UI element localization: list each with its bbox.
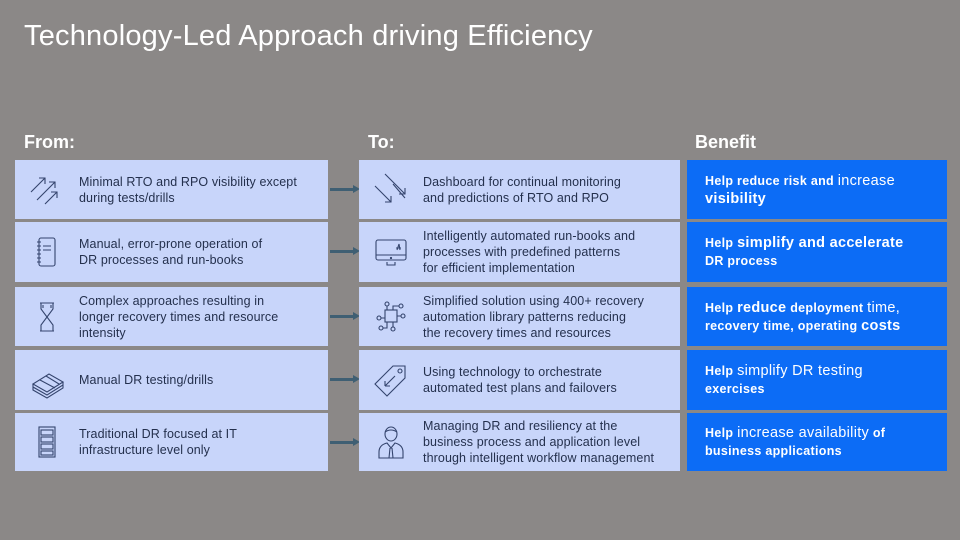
benefit-text-fragment: simplify and accelerate — [737, 235, 904, 251]
comparison-row: Minimal RTO and RPO visibility except du… — [0, 160, 960, 219]
from-cell: Manual, error-prone operation of DR proc… — [15, 222, 328, 282]
benefit-text: Help increase availability of business ap… — [705, 424, 885, 460]
benefit-text-fragment: time, — [867, 299, 901, 316]
benefit-text-fragment: increase — [837, 172, 895, 189]
from-header: From: — [24, 132, 75, 152]
paper-stack-icon — [15, 360, 79, 400]
to-text: Simplified solution using 400+ recovery … — [423, 293, 645, 340]
to-text: Managing DR and resiliency at the busine… — [423, 419, 655, 465]
benefit-cell: Help simplify and accelerate DR process — [687, 222, 947, 282]
from-cell: Manual DR testing/drills — [15, 350, 328, 410]
business-person-icon — [359, 422, 423, 462]
benefit-text-fragment: DR process — [705, 254, 778, 268]
server-rack-icon — [15, 422, 79, 462]
to-cell: Using technology to orchestrate automate… — [359, 350, 680, 410]
benefit-text-fragment: costs — [861, 317, 901, 334]
from-cell: Complex approaches resulting in longer r… — [15, 287, 328, 346]
to-text: Intelligently automated run-books and pr… — [423, 229, 636, 275]
benefit-text-fragment: Help reduce risk and — [705, 173, 838, 188]
benefit-text-fragment: Help — [705, 300, 738, 315]
from-cell: Minimal RTO and RPO visibility except du… — [15, 160, 328, 219]
benefit-cell: Help increase availability of business ap… — [687, 413, 947, 471]
benefit-cell: Help reduce deployment time, recovery tim… — [687, 287, 947, 346]
benefit-header: Benefit — [695, 132, 757, 152]
benefit-text-fragment: exercises — [705, 382, 765, 396]
connector-arrow — [330, 247, 360, 255]
comparison-row: Manual DR testing/drills Using technolog… — [0, 350, 960, 410]
benefit-text-fragment: reduce — [737, 299, 787, 316]
benefit-text: Help simplify and accelerate DR process — [705, 234, 904, 270]
tag-icon — [359, 360, 423, 400]
benefit-text-fragment: of — [869, 426, 886, 440]
from-text: Minimal RTO and RPO visibility except du… — [79, 174, 297, 205]
connector-arrow — [330, 185, 360, 193]
hourglass-icon — [15, 297, 79, 337]
connector-arrow — [330, 438, 360, 446]
benefit-text: Help simplify DR testing exercises — [705, 362, 863, 398]
network-nodes-icon — [359, 297, 423, 337]
benefit-text-fragment: business applications — [705, 444, 842, 458]
to-cell: Simplified solution using 400+ recovery … — [359, 287, 680, 346]
benefit-text-fragment: Help — [705, 364, 738, 378]
benefit-text-fragment: visibility — [705, 190, 767, 207]
to-cell: Intelligently automated run-books and pr… — [359, 222, 680, 282]
comparison-row: Traditional DR focused at IT infrastruct… — [0, 413, 960, 471]
from-cell: Traditional DR focused at IT infrastruct… — [15, 413, 328, 471]
from-text: Complex approaches resulting in longer r… — [79, 293, 279, 340]
connector-arrow — [330, 312, 360, 320]
benefit-text: Help reduce deployment time, recovery tim… — [705, 299, 901, 335]
to-cell: Managing DR and resiliency at the busine… — [359, 413, 680, 471]
benefit-text-fragment: Help — [705, 236, 738, 250]
benefit-text-fragment: Help — [705, 426, 738, 440]
trend-down-arrows-icon — [359, 170, 423, 210]
from-text: Manual DR testing/drills — [79, 373, 214, 387]
benefit-cell: Help simplify DR testing exercises — [687, 350, 947, 410]
comparison-row: Manual, error-prone operation of DR proc… — [0, 222, 960, 282]
comparison-row: Complex approaches resulting in longer r… — [0, 287, 960, 346]
to-text: Using technology to orchestrate automate… — [423, 365, 617, 395]
connector-arrow — [330, 375, 360, 383]
to-cell: Dashboard for continual monitoring and p… — [359, 160, 680, 219]
benefit-text-fragment: increase availability — [737, 425, 870, 441]
benefit-text-fragment: deployment — [786, 300, 868, 315]
benefit-text-fragment: recovery time, operating — [705, 318, 862, 333]
benefit-cell: Help reduce risk and increase visibility — [687, 160, 947, 219]
benefit-text: Help reduce risk and increase visibility — [705, 172, 895, 208]
from-text: Traditional DR focused at IT infrastruct… — [79, 427, 237, 457]
to-text: Dashboard for continual monitoring and p… — [423, 174, 621, 205]
benefit-text-fragment: simplify DR testing — [737, 363, 863, 379]
notebook-icon — [15, 232, 79, 272]
trend-up-arrows-icon — [15, 170, 79, 210]
from-text: Manual, error-prone operation of DR proc… — [79, 237, 263, 267]
page-title: Technology-Led Approach driving Efficien… — [24, 20, 593, 52]
to-header: To: — [368, 132, 395, 152]
monitor-icon — [359, 232, 423, 272]
